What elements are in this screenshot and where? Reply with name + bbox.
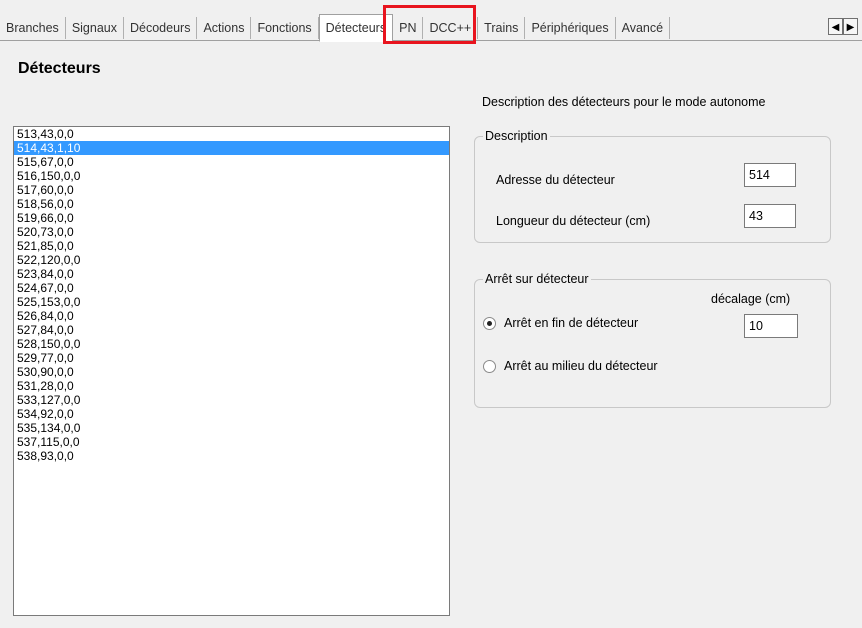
list-item[interactable]: 519,66,0,0 bbox=[14, 211, 449, 225]
list-item[interactable]: 529,77,0,0 bbox=[14, 351, 449, 365]
list-item[interactable]: 518,56,0,0 bbox=[14, 197, 449, 211]
address-label: Adresse du détecteur bbox=[496, 173, 615, 187]
list-item[interactable]: 538,93,0,0 bbox=[14, 449, 449, 463]
stop-middle-label[interactable]: Arrêt au milieu du détecteur bbox=[504, 359, 658, 373]
radio-dot bbox=[487, 321, 492, 326]
tab-8[interactable]: Trains bbox=[478, 17, 526, 39]
stop-end-radio[interactable] bbox=[483, 317, 496, 330]
tab-10[interactable]: Avancé bbox=[616, 17, 671, 39]
list-item[interactable]: 531,28,0,0 bbox=[14, 379, 449, 393]
detector-listbox[interactable]: 513,43,0,0 514,43,1,10 515,67,0,0 516,150,0… bbox=[13, 126, 450, 616]
list-item[interactable]: 516,150,0,0 bbox=[14, 169, 449, 183]
tab-0[interactable]: Branches bbox=[0, 17, 66, 39]
tab-7[interactable]: DCC++ bbox=[423, 17, 479, 39]
tab-5[interactable]: Détecteurs bbox=[318, 14, 394, 42]
tab-3[interactable]: Actions bbox=[197, 17, 252, 39]
list-item[interactable]: 533,127,0,0 bbox=[14, 393, 449, 407]
list-item[interactable]: 528,150,0,0 bbox=[14, 337, 449, 351]
list-item[interactable]: 520,73,0,0 bbox=[14, 225, 449, 239]
tab-1[interactable]: Signaux bbox=[66, 17, 124, 39]
length-label: Longueur du détecteur (cm) bbox=[496, 214, 651, 228]
tab-scroll-arrows: ◀ ▶ bbox=[828, 18, 858, 35]
length-field[interactable]: 43 bbox=[744, 204, 796, 228]
offset-field[interactable]: 10 bbox=[744, 314, 798, 338]
stop-end-label[interactable]: Arrêt en fin de détecteur bbox=[504, 316, 638, 330]
list-item[interactable]: 514,43,1,10 bbox=[14, 141, 449, 155]
list-item[interactable]: 526,84,0,0 bbox=[14, 309, 449, 323]
tab-6[interactable]: PN bbox=[393, 17, 424, 39]
offset-label: décalage (cm) bbox=[711, 292, 791, 306]
tab-9[interactable]: Périphériques bbox=[525, 17, 616, 39]
list-item[interactable]: 535,134,0,0 bbox=[14, 421, 449, 435]
description-legend: Description bbox=[483, 129, 550, 143]
tab-strip: Branches Signaux Décodeurs Actions Fonctions… bbox=[0, 14, 862, 42]
stop-middle-radio[interactable] bbox=[483, 360, 496, 373]
tab-4[interactable]: Fonctions bbox=[251, 17, 319, 39]
tab-scroll-left-button[interactable]: ◀ bbox=[828, 18, 843, 35]
stop-legend: Arrêt sur détecteur bbox=[483, 272, 591, 286]
list-item[interactable]: 537,115,0,0 bbox=[14, 435, 449, 449]
tab-bar: Branches Signaux Décodeurs Actions Fonctions… bbox=[0, 0, 862, 44]
page-subtitle: Description des détecteurs pour le mode … bbox=[482, 95, 766, 109]
tab-2[interactable]: Décodeurs bbox=[124, 17, 198, 39]
list-item[interactable]: 534,92,0,0 bbox=[14, 407, 449, 421]
list-item[interactable]: 527,84,0,0 bbox=[14, 323, 449, 337]
list-item[interactable]: 517,60,0,0 bbox=[14, 183, 449, 197]
list-item[interactable]: 530,90,0,0 bbox=[14, 365, 449, 379]
list-item[interactable]: 524,67,0,0 bbox=[14, 281, 449, 295]
address-field[interactable]: 514 bbox=[744, 163, 796, 187]
list-item[interactable]: 525,153,0,0 bbox=[14, 295, 449, 309]
page-title: Détecteurs bbox=[18, 60, 101, 77]
list-item[interactable]: 522,120,0,0 bbox=[14, 253, 449, 267]
tab-scroll-right-button[interactable]: ▶ bbox=[843, 18, 858, 35]
list-item[interactable]: 515,67,0,0 bbox=[14, 155, 449, 169]
list-item[interactable]: 521,85,0,0 bbox=[14, 239, 449, 253]
list-item[interactable]: 523,84,0,0 bbox=[14, 267, 449, 281]
list-item[interactable]: 513,43,0,0 bbox=[14, 127, 449, 141]
